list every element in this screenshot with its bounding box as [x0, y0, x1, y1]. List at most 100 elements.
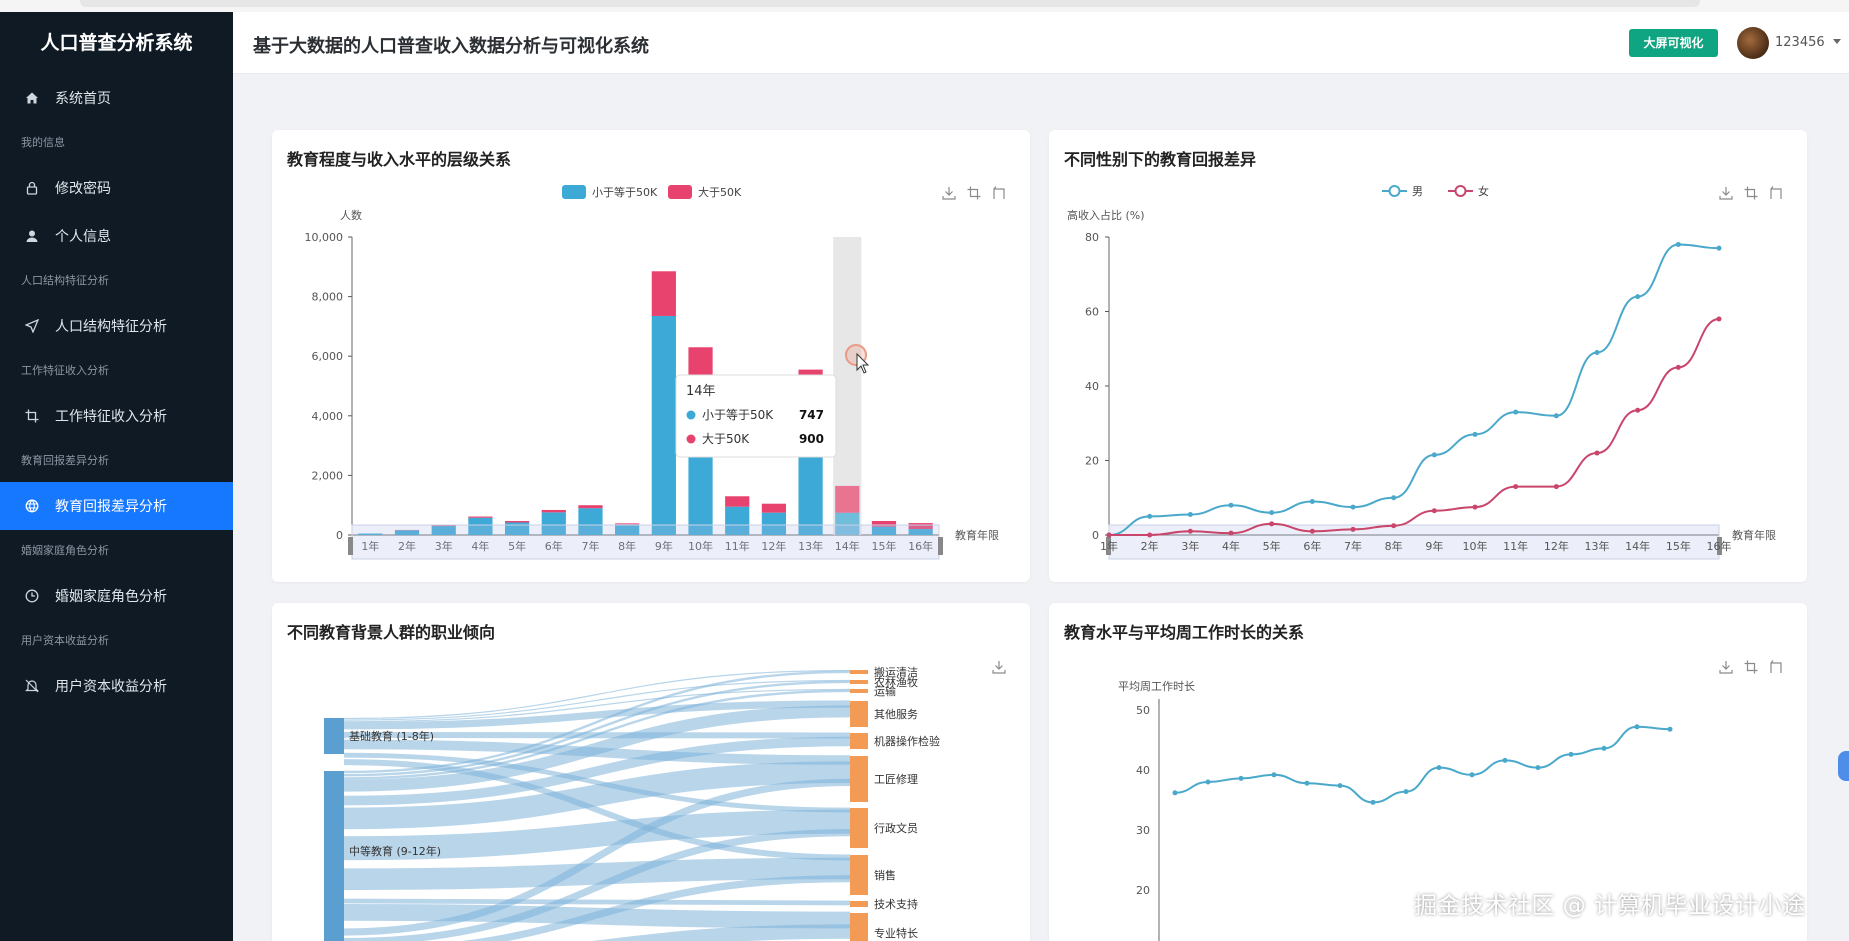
- bar: [468, 516, 493, 518]
- sankey-link: [343, 898, 851, 906]
- data-point: [1187, 512, 1193, 518]
- download-icon[interactable]: [1719, 661, 1733, 674]
- sankey-source-node: [324, 929, 344, 941]
- sankey-target-label: 其他服务: [874, 708, 918, 721]
- series-line: [1174, 725, 1671, 804]
- sankey-target-label: 专业特长: [874, 926, 918, 940]
- download-glyph: [1719, 187, 1733, 200]
- x-axis-label: 教育年限: [955, 528, 999, 542]
- tooltip-value: 747: [799, 408, 824, 422]
- data-point: [1675, 364, 1681, 370]
- bar: [651, 315, 676, 535]
- chart-edu-income: 小于等于50K 大于50K 人数教育年限 0 2,000 4,000 6,000 8,000 1…: [305, 185, 1005, 560]
- sankey-source-label: 中等教育 (9-12年): [349, 844, 441, 858]
- crop-icon[interactable]: [1744, 186, 1758, 200]
- sidebar-item[interactable]: 个人信息: [0, 212, 233, 260]
- x-tick-label: 16年: [1707, 539, 1732, 553]
- crop-glyph: [967, 186, 981, 200]
- y-tick-label: 80: [1085, 231, 1099, 244]
- sidebar-item-label: 人口结构特征分析: [55, 319, 167, 335]
- avatar[interactable]: [1737, 27, 1769, 59]
- sidebar-group-title: 用户资本收益分析: [21, 634, 109, 647]
- restore-glyph: [1770, 660, 1782, 673]
- globe-icon: [24, 498, 40, 514]
- chart-gender-return: 男 女高收入占比 (%) 教育年限 0 20 40 60 80 1年 2年 3年 4年 5年 6年 7年 8年…: [1067, 184, 1782, 560]
- tooltip-title: 14年: [686, 384, 716, 399]
- data-point: [1228, 502, 1234, 508]
- sankey-target-node: [850, 808, 868, 848]
- download-icon[interactable]: [942, 187, 956, 200]
- restore-icon[interactable]: [1770, 660, 1782, 674]
- x-tick-label: 13年: [1585, 539, 1610, 553]
- sankey-target-label: 销售: [874, 868, 896, 882]
- zoom-handle-right: [938, 537, 943, 555]
- sidebar-item[interactable]: 用户资本收益分析: [0, 662, 233, 710]
- data-point: [1535, 765, 1541, 771]
- data-point: [1553, 413, 1559, 419]
- crop-icon[interactable]: [967, 186, 981, 200]
- restore-icon[interactable]: [993, 186, 1005, 200]
- data-point: [1634, 724, 1640, 730]
- x-tick-label: 15年: [1666, 539, 1691, 553]
- username[interactable]: 123456: [1775, 35, 1825, 50]
- data-point: [1472, 504, 1478, 510]
- data-point: [1403, 789, 1409, 795]
- sidebar-item-label: 工作特征收入分析: [55, 409, 167, 425]
- y-tick-label: 50: [1136, 704, 1150, 717]
- user-icon: [24, 228, 40, 244]
- y-tick-label: 2,000: [312, 469, 344, 482]
- chevron-down-icon[interactable]: [1833, 39, 1841, 44]
- restore-glyph: [1770, 186, 1782, 199]
- sidebar-item[interactable]: 教育回报差异分析: [0, 482, 233, 530]
- data-point: [1337, 783, 1343, 789]
- download-icon[interactable]: [992, 661, 1006, 674]
- crop-icon[interactable]: [1744, 660, 1758, 674]
- bar: [761, 503, 787, 513]
- lock-icon: [24, 180, 40, 196]
- send-icon: [24, 318, 40, 334]
- page-title: 基于大数据的人口普查收入数据分析与可视化系统: [253, 36, 649, 57]
- restore-icon[interactable]: [1770, 186, 1782, 200]
- legend-label: 女: [1478, 184, 1489, 198]
- x-tick-label: 12年: [1544, 539, 1569, 553]
- y-tick-label: 6,000: [312, 350, 344, 363]
- sankey-target-node: [850, 855, 868, 895]
- big-screen-button[interactable]: 大屏可视化: [1629, 29, 1718, 57]
- data-point: [1635, 294, 1641, 300]
- sankey-source-node: [324, 771, 344, 931]
- download-icon[interactable]: [1719, 187, 1733, 200]
- data-point: [1350, 526, 1356, 532]
- sidebar-item[interactable]: 修改密码: [0, 164, 233, 212]
- x-tick-label: 1年: [1100, 539, 1118, 553]
- sidebar-item[interactable]: 系统首页: [0, 74, 233, 122]
- browser-top-strip: [0, 0, 1849, 12]
- y-axis-label: 平均周工作时长: [1118, 680, 1195, 693]
- sidebar-item[interactable]: 人口结构特征分析: [0, 302, 233, 350]
- data-zoom-slider: [351, 524, 940, 560]
- y-axis-label: 高收入占比 (%): [1067, 208, 1145, 222]
- sankey-target-node: [850, 756, 868, 802]
- data-point: [1147, 532, 1153, 538]
- data-point: [1106, 532, 1112, 538]
- sankey-target-node: [850, 680, 868, 684]
- legend-marker: [1388, 185, 1401, 197]
- crop-icon: [24, 408, 40, 424]
- clock-icon: [24, 588, 40, 604]
- y-tick-label: 30: [1136, 824, 1150, 837]
- sidebar-item[interactable]: 婚姻家庭角色分析: [0, 572, 233, 620]
- legend-swatch: [668, 185, 692, 199]
- legend-swatch: [562, 185, 586, 199]
- data-point: [1172, 790, 1178, 796]
- home-icon: [24, 90, 40, 106]
- floating-side-handle[interactable]: [1838, 751, 1849, 781]
- data-point: [1431, 452, 1437, 458]
- tooltip-dot: [686, 410, 696, 420]
- data-point: [1391, 523, 1397, 529]
- data-point: [1716, 245, 1722, 251]
- x-tick-label: 4年: [1222, 539, 1240, 553]
- x-tick-label: 9年: [1425, 539, 1443, 553]
- data-point: [1553, 484, 1559, 490]
- sidebar-item[interactable]: 工作特征收入分析: [0, 392, 233, 440]
- data-point: [1469, 772, 1475, 778]
- bar: [688, 347, 713, 379]
